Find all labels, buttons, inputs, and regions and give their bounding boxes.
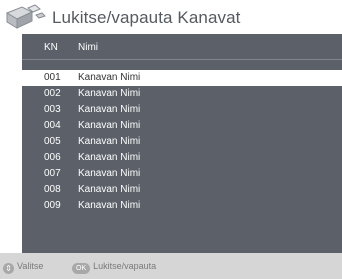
channel-name: Kanavan Nimi — [78, 88, 141, 99]
channel-number: 002 — [44, 88, 61, 99]
channel-number: 004 — [44, 120, 61, 131]
channel-name: Kanavan Nimi — [78, 184, 141, 195]
footer-help-bar: ⇕ Valitse OK Lukitse/vapauta — [0, 253, 342, 279]
channel-row[interactable]: 006 Kanavan Nimi — [22, 150, 342, 166]
channel-list: 001 Kanavan Nimi 002 Kanavan Nimi 003 Ka… — [22, 70, 342, 214]
channel-name: Kanavan Nimi — [78, 152, 141, 163]
channel-name: Kanavan Nimi — [78, 136, 141, 147]
channel-name: Kanavan Nimi — [78, 168, 141, 179]
channel-name: Kanavan Nimi — [78, 120, 141, 131]
column-header-kn: KN — [44, 42, 58, 53]
channel-number: 006 — [44, 152, 61, 163]
footer-select-hint: ⇕ Valitse — [3, 261, 43, 274]
updown-arrows-icon: ⇕ — [3, 263, 14, 274]
ok-button-icon: OK — [72, 263, 91, 274]
footer-ok-label: Lukitse/vapauta — [93, 261, 157, 271]
channel-row[interactable]: 003 Kanavan Nimi — [22, 102, 342, 118]
channel-number: 003 — [44, 104, 61, 115]
channel-list-panel: KN Nimi 001 Kanavan Nimi 002 Kanavan Nim… — [22, 34, 342, 253]
footer-ok-hint: OK Lukitse/vapauta — [72, 261, 156, 274]
footer-select-label: Valitse — [17, 261, 44, 271]
lock-channels-icon — [5, 4, 46, 29]
channel-row[interactable]: 008 Kanavan Nimi — [22, 182, 342, 198]
channel-number: 009 — [44, 200, 61, 211]
channel-row[interactable]: 004 Kanavan Nimi — [22, 118, 342, 134]
channel-row[interactable]: 001 Kanavan Nimi — [22, 70, 342, 86]
channel-number: 007 — [44, 168, 61, 179]
channel-name: Kanavan Nimi — [78, 200, 141, 211]
page-title: Lukitse/vapauta Kanavat — [52, 8, 241, 27]
title-bar: Lukitse/vapauta Kanavat — [0, 0, 342, 34]
channel-row[interactable]: 009 Kanavan Nimi — [22, 198, 342, 214]
header-divider — [22, 59, 342, 60]
channel-number: 005 — [44, 136, 61, 147]
column-header-name: Nimi — [78, 42, 98, 53]
channel-row[interactable]: 005 Kanavan Nimi — [22, 134, 342, 150]
channel-row[interactable]: 002 Kanavan Nimi — [22, 86, 342, 102]
channel-number: 008 — [44, 184, 61, 195]
table-header: KN Nimi — [22, 34, 342, 59]
channel-number: 001 — [44, 72, 61, 83]
channel-name: Kanavan Nimi — [78, 104, 141, 115]
channel-row[interactable]: 007 Kanavan Nimi — [22, 166, 342, 182]
channel-name: Kanavan Nimi — [78, 72, 141, 83]
